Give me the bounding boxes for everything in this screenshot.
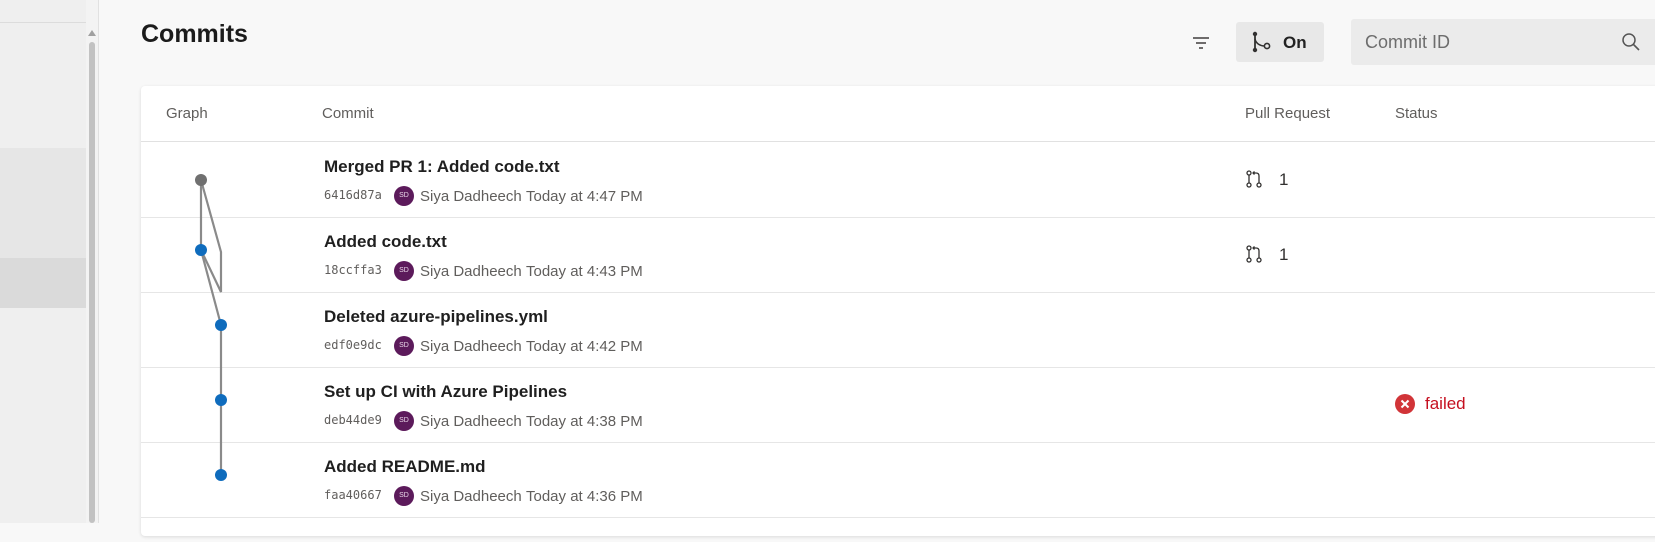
commit-id-search-input[interactable] [1365,19,1605,65]
commit-author: Siya Dadheech [420,413,522,430]
pull-request-number: 1 [1279,170,1289,189]
commit-time: Today at 4:47 PM [526,188,643,205]
avatar: SD [394,411,414,431]
pull-request-number: 1 [1279,245,1289,264]
graph-node[interactable] [215,394,227,406]
commit-author: Siya Dadheech [420,263,522,280]
graph-node[interactable] [195,244,207,256]
commit-row[interactable]: Set up CI with Azure Pipelines deb44de9 … [141,367,1655,443]
commit-row[interactable]: Deleted azure-pipelines.yml edf0e9dc SD … [141,292,1655,368]
commit-hash[interactable]: 18ccffa3 [324,263,382,277]
commit-title[interactable]: Merged PR 1: Added code.txt [324,157,560,177]
commit-title[interactable]: Added README.md [324,457,486,477]
filter-button[interactable] [1186,28,1216,58]
scrollbar-thumb[interactable] [89,42,95,523]
pull-request-icon [1246,170,1262,188]
commit-author: Siya Dadheech [420,188,522,205]
commit-row[interactable]: Merged PR 1: Added code.txt 6416d87a SD … [141,142,1655,218]
commit-hash[interactable]: deb44de9 [324,413,382,427]
commit-time: Today at 4:43 PM [526,263,643,280]
commit-id-search[interactable] [1351,19,1655,65]
column-header-commit: Commit [322,105,374,122]
build-status-label: failed [1425,394,1466,413]
commit-hash[interactable]: 6416d87a [324,188,382,202]
commits-table: Graph Commit Pull Request Status Merged … [141,86,1655,536]
pull-request-icon [1246,245,1262,263]
search-icon[interactable] [1621,32,1641,52]
graph-toggle-label: On [1283,33,1307,52]
commit-row[interactable]: Added README.md faa40667 SD Siya Dadheec… [141,442,1655,518]
nav-scrollbar[interactable] [86,0,99,523]
graph-node[interactable] [215,319,227,331]
commit-author: Siya Dadheech [420,488,522,505]
scroll-up-arrow-icon[interactable] [88,30,96,36]
graph-toggle-button[interactable]: On [1236,22,1324,62]
commit-hash[interactable]: faa40667 [324,488,382,502]
commit-time: Today at 4:38 PM [526,413,643,430]
graph-node[interactable] [215,469,227,481]
graph-node-merge[interactable] [195,174,207,186]
nav-item-selected[interactable] [0,258,86,308]
commit-title[interactable]: Added code.txt [324,232,447,252]
column-header-pull-request: Pull Request [1245,105,1331,122]
filter-icon [1193,37,1209,49]
commit-hash[interactable]: edf0e9dc [324,338,382,352]
commit-title[interactable]: Set up CI with Azure Pipelines [324,382,567,402]
avatar: SD [394,261,414,281]
column-header-graph: Graph [166,105,208,122]
left-nav-panel [0,0,86,523]
commit-time: Today at 4:36 PM [526,488,643,505]
commit-time: Today at 4:42 PM [526,338,643,355]
column-header-status: Status [1395,105,1438,122]
nav-divider [0,22,86,23]
avatar: SD [394,486,414,506]
commit-graph [195,174,227,481]
avatar: SD [394,336,414,356]
page-title: Commits [141,20,248,48]
commit-author: Siya Dadheech [420,338,522,355]
branch-graph-icon [1252,31,1271,53]
commit-row[interactable]: Added code.txt 18ccffa3 SD Siya Dadheech… [141,217,1655,293]
commit-title[interactable]: Deleted azure-pipelines.yml [324,307,548,327]
avatar: SD [394,186,414,206]
failed-status-icon [1395,394,1415,414]
